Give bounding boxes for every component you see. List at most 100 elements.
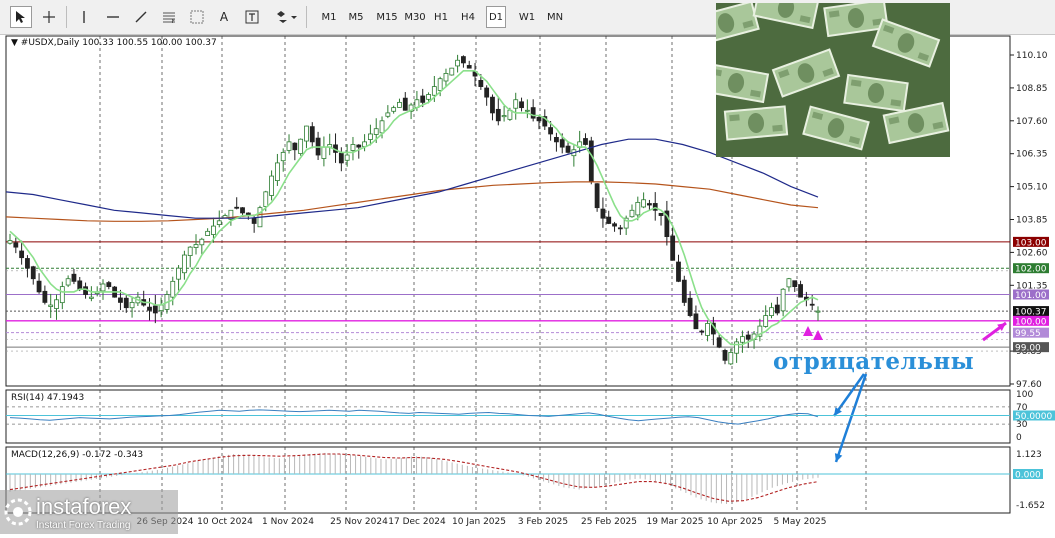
- horizontal-line-icon[interactable]: [102, 6, 124, 28]
- candle-body: [292, 142, 298, 151]
- rsi-header: RSI(14) 47.1943: [11, 393, 84, 403]
- candle-body: [280, 151, 286, 162]
- candle-body: [501, 115, 507, 118]
- candle-body: [7, 240, 13, 244]
- candle-body: [437, 78, 443, 91]
- candle-body: [199, 238, 205, 246]
- candle-body: [554, 137, 559, 143]
- vertical-line-icon[interactable]: [74, 6, 94, 28]
- candle-body: [786, 278, 792, 288]
- candle-body: [536, 116, 542, 122]
- timeframe-h1[interactable]: H1: [431, 6, 451, 28]
- candle-body: [269, 175, 274, 196]
- candle-body: [205, 230, 211, 236]
- annotation-text: отрицательны: [773, 348, 975, 375]
- candle-body: [118, 297, 123, 303]
- candle-body: [670, 235, 676, 261]
- candle-body: [769, 307, 774, 317]
- candle-body: [524, 109, 530, 112]
- candle-body: [344, 154, 350, 161]
- candle-body: [368, 133, 373, 140]
- timeframe-h4[interactable]: H4: [458, 6, 478, 28]
- candle-body: [606, 216, 612, 224]
- x-tick-label: 5 May 2025: [774, 517, 827, 527]
- timeframe-mn[interactable]: MN: [544, 6, 566, 28]
- candle-body: [431, 86, 437, 96]
- candle-body: [705, 323, 710, 336]
- candle-body: [734, 341, 740, 354]
- timeframe-d1[interactable]: D1: [486, 6, 506, 28]
- candle-body: [490, 96, 495, 114]
- candle-body: [274, 162, 280, 182]
- candle-body: [780, 288, 786, 312]
- svg-text:F: F: [172, 19, 175, 24]
- timeframe-m15[interactable]: M15: [375, 6, 399, 28]
- candle-body: [234, 206, 240, 209]
- level-tag-label: 99.55: [1015, 329, 1041, 339]
- y-tick-label: 97.60: [1016, 380, 1042, 390]
- candle-body: [693, 313, 699, 330]
- macd-header: MACD(12,26,9) -0.172 -0.343: [11, 450, 143, 460]
- x-tick-label: 10 Oct 2024: [197, 517, 253, 527]
- candle-body: [740, 336, 745, 343]
- candle-body: [420, 95, 426, 103]
- candle-body: [373, 128, 379, 135]
- candle-body: [19, 250, 25, 259]
- level-tag-label: 100.00: [1015, 317, 1047, 327]
- banknote: [723, 105, 789, 141]
- x-tick-label: 25 Nov 2024: [330, 517, 388, 527]
- timeframe-w1[interactable]: W1: [516, 6, 538, 28]
- trendline-icon[interactable]: [130, 6, 152, 28]
- candle-body: [774, 304, 780, 314]
- candle-body: [129, 302, 135, 309]
- rsi-y-tick-label: 0: [1016, 433, 1022, 443]
- candle-body: [612, 223, 617, 227]
- candle-body: [716, 337, 722, 348]
- candle-body: [147, 306, 152, 311]
- candle-body: [594, 183, 600, 209]
- candle-body: [617, 227, 623, 230]
- fibonacci-icon[interactable]: F: [158, 6, 180, 28]
- text-tool-icon[interactable]: [186, 6, 208, 28]
- candle-body: [309, 126, 315, 143]
- candle-body: [263, 191, 269, 207]
- candle-body: [379, 120, 385, 134]
- candle-body: [25, 258, 30, 269]
- candle-body: [158, 304, 164, 312]
- candle-body: [647, 203, 652, 206]
- x-tick-label: 1 Nov 2024: [262, 517, 314, 527]
- cursor-icon[interactable]: [10, 6, 32, 28]
- candle-body: [321, 146, 327, 159]
- text-label-icon[interactable]: A: [214, 6, 234, 28]
- level-tag-label: 99.00: [1015, 344, 1041, 354]
- candle-body: [181, 254, 187, 274]
- rsi-50-tag-label: 50.0000: [1015, 412, 1052, 422]
- candle-body: [443, 73, 449, 82]
- candle-body: [809, 303, 815, 306]
- text-box-icon[interactable]: [242, 6, 262, 28]
- y-tick-label: 106.35: [1016, 150, 1048, 160]
- candle-body: [71, 273, 77, 282]
- candle-body: [65, 278, 71, 286]
- candle-body: [59, 286, 65, 304]
- level-tag-label: 102.00: [1015, 265, 1047, 275]
- x-tick-label: 10 Apr 2025: [707, 517, 763, 527]
- candle-body: [48, 304, 54, 307]
- macd-y-tick-label: 1.123: [1016, 450, 1042, 460]
- timeframe-m1[interactable]: M1: [319, 6, 339, 28]
- candle-body: [815, 310, 821, 313]
- candle-body: [629, 209, 635, 218]
- candle-body: [13, 242, 19, 248]
- y-tick-label: 105.10: [1016, 183, 1048, 193]
- candle-body: [170, 280, 176, 298]
- crosshair-icon[interactable]: [38, 6, 60, 28]
- candle-body: [519, 101, 524, 109]
- candle-body: [402, 97, 408, 111]
- y-tick-label: 107.60: [1016, 117, 1048, 127]
- candle-body: [106, 282, 112, 288]
- candle-body: [304, 125, 309, 142]
- shapes-icon[interactable]: [272, 6, 300, 28]
- timeframe-m30[interactable]: M30: [403, 6, 427, 28]
- candle-body: [658, 212, 664, 216]
- timeframe-m5[interactable]: M5: [346, 6, 366, 28]
